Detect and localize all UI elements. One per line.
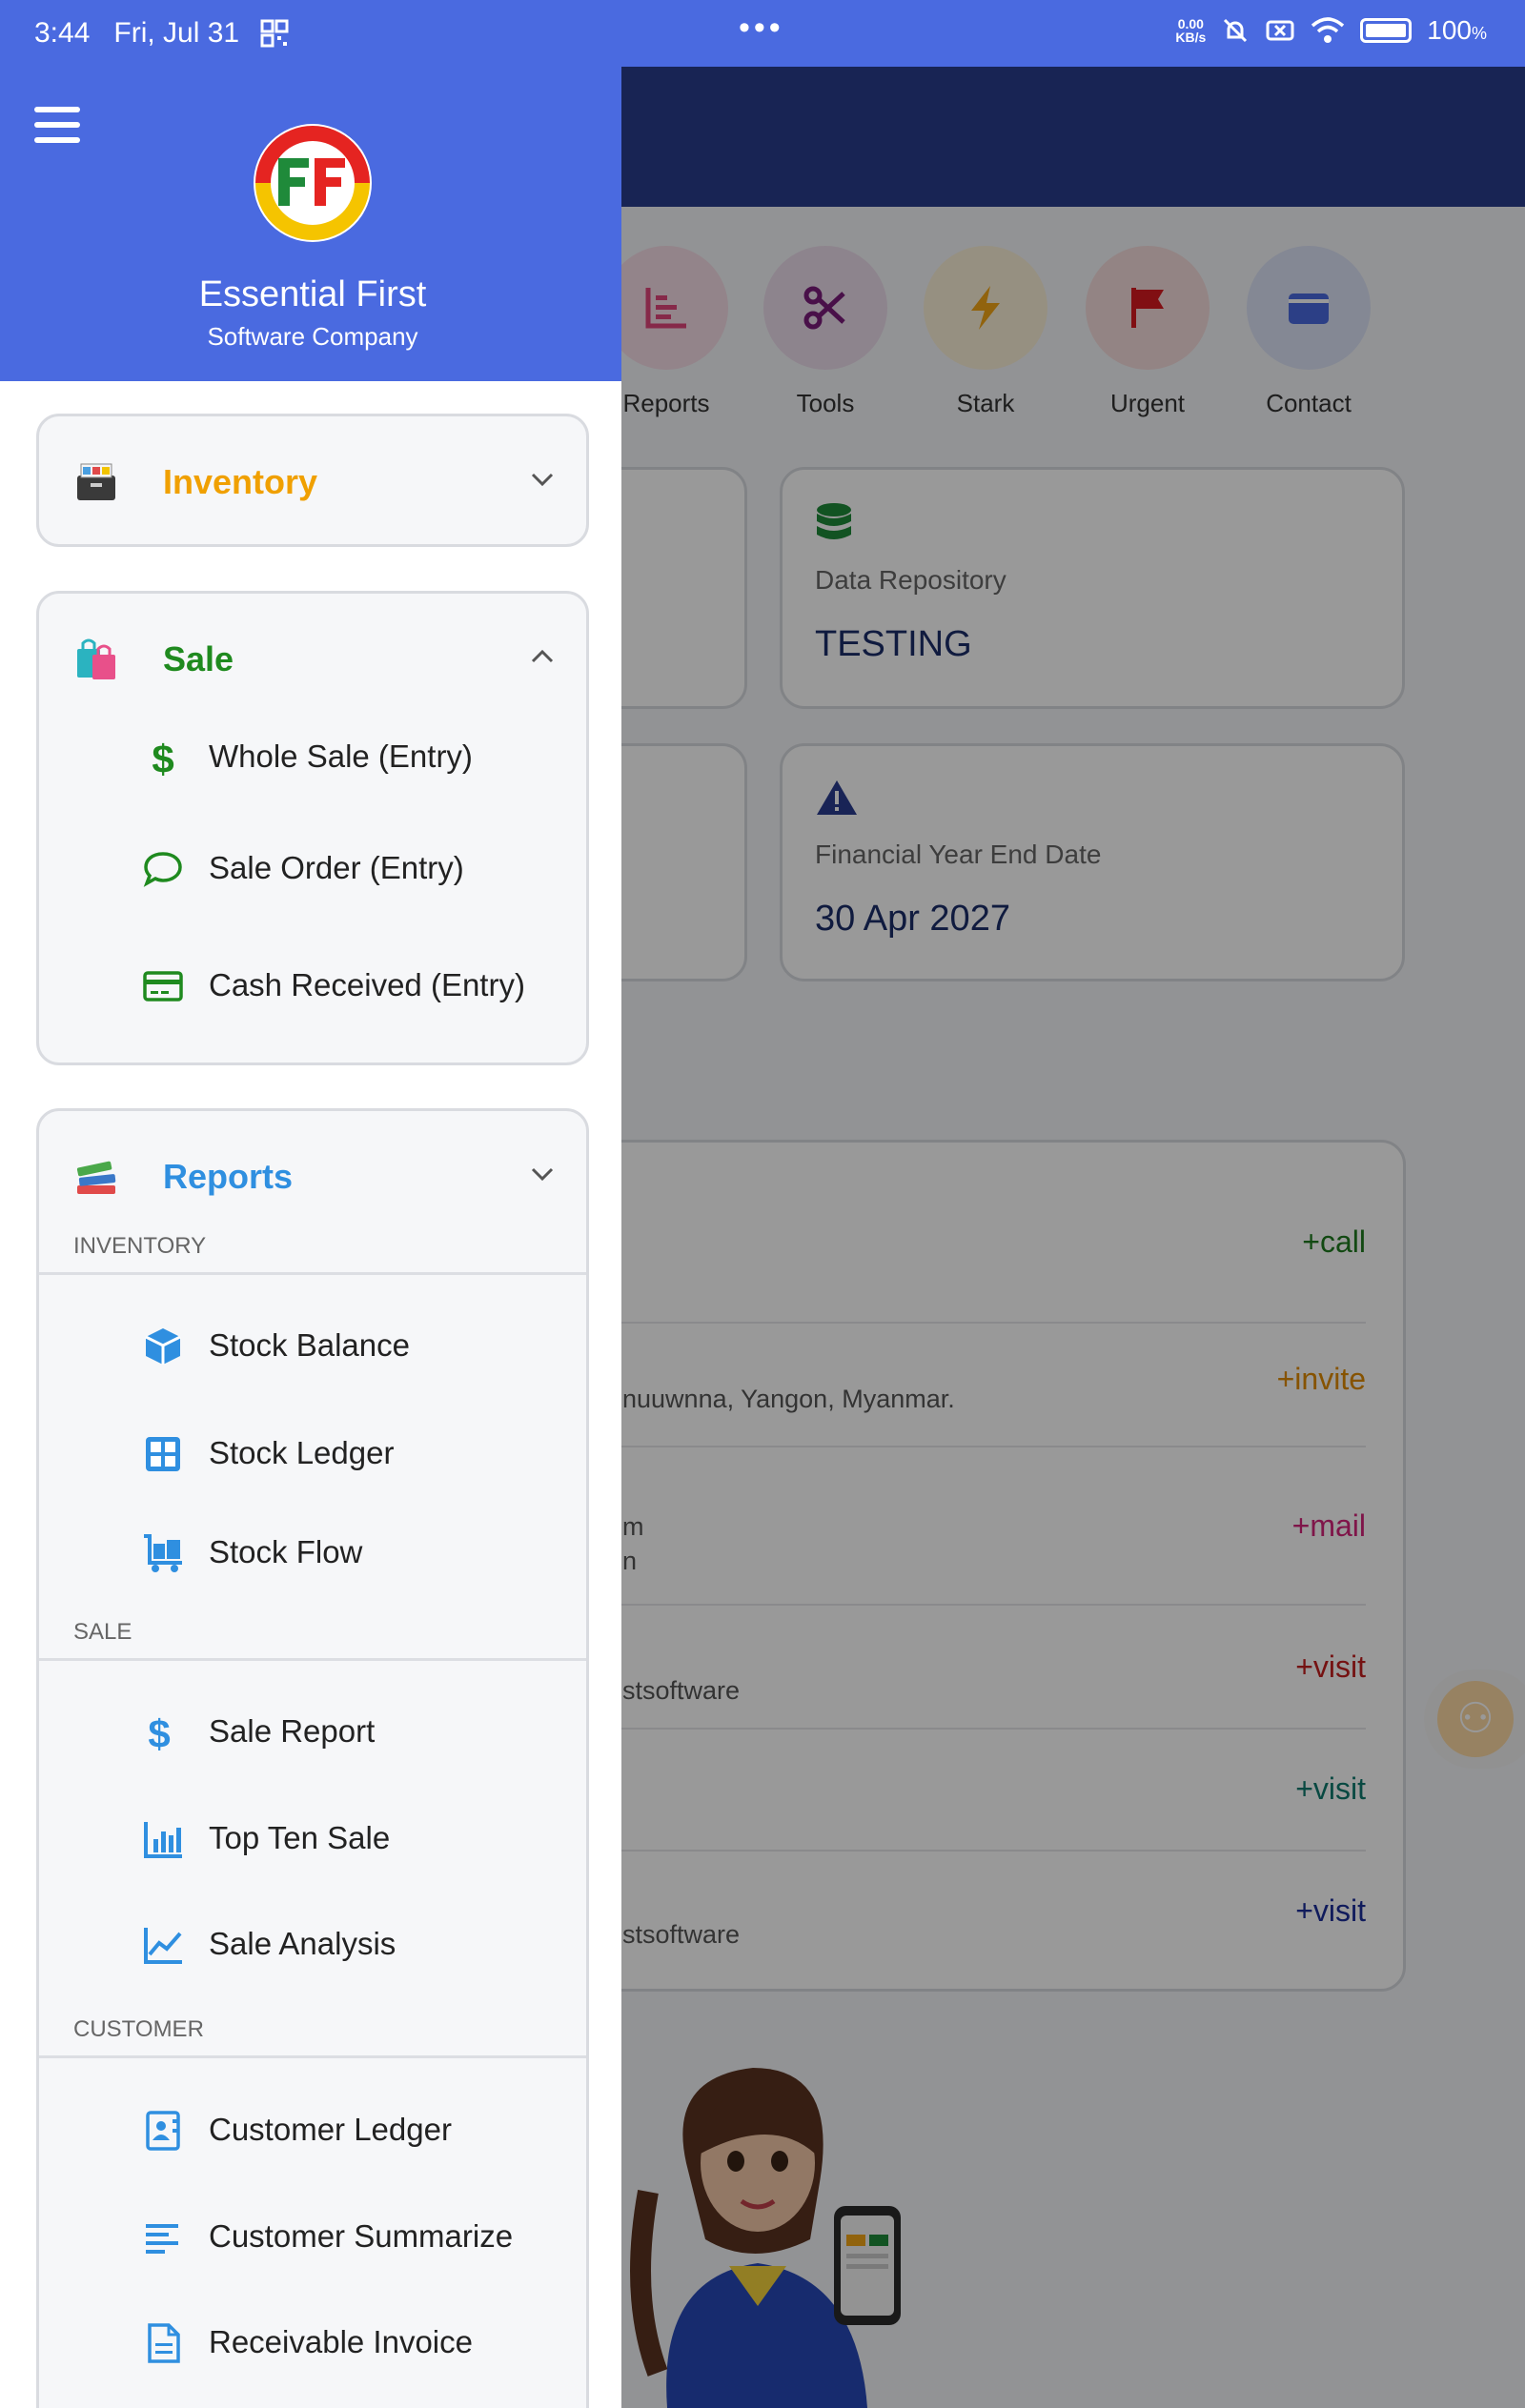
menu-item-stock-flow[interactable]: Stock Flow [39, 1504, 586, 1599]
drawer-header: Essential First Software Company [0, 67, 621, 381]
sale-section[interactable]: Sale $ Whole Sale (Entry) Sale Order (En… [36, 591, 589, 1065]
network-speed: 0.00 KB/s [1175, 16, 1207, 45]
menu-item-stock-balance[interactable]: Stock Balance [39, 1297, 586, 1392]
menu-item-sale-report[interactable]: $ Sale Report [39, 1683, 586, 1778]
menu-item-sale-analysis[interactable]: Sale Analysis [39, 1895, 586, 1991]
credit-card-icon [143, 971, 183, 1002]
chat-bubble-icon [143, 852, 182, 887]
dollar-icon: $ [152, 737, 173, 779]
brand-subtitle: Software Company [207, 322, 418, 351]
navigation-drawer: Essential First Software Company Invento… [0, 67, 621, 2408]
trolley-icon [144, 1534, 182, 1572]
svg-text:$: $ [148, 1711, 170, 1753]
menu-item-cash-received-entry[interactable]: Cash Received (Entry) [39, 937, 586, 1032]
menu-item-whole-sale-entry[interactable]: $ Whole Sale (Entry) [39, 708, 586, 803]
grid-icon [146, 1437, 180, 1471]
reports-header[interactable]: Reports [39, 1111, 586, 1239]
menu-item-customer-summarize[interactable]: Customer Summarize [39, 2188, 586, 2283]
menu-item-stock-ledger[interactable]: Stock Ledger [39, 1405, 586, 1500]
menu-item-receivable-invoice[interactable]: Receivable Invoice [39, 2294, 586, 2389]
list-lines-icon [146, 2224, 178, 2254]
drawer-body: Inventory Sale $ Whole Sale (Entry) Sale… [0, 381, 621, 2408]
books-icon [76, 1161, 116, 1194]
battery-icon [1360, 18, 1413, 43]
chevron-down-icon[interactable] [529, 466, 556, 493]
reports-section[interactable]: Reports INVENTORY Stock Balance Stock Le… [36, 1108, 589, 2408]
inventory-section[interactable]: Inventory [36, 414, 589, 547]
reports-group-customer: CUSTOMER [39, 2011, 586, 2058]
sim-off-icon [1266, 20, 1294, 41]
sale-header[interactable]: Sale [39, 594, 586, 721]
svg-text:$: $ [152, 737, 173, 779]
status-bar: 3:44 Fri, Jul 31 ••• 0.00 KB/s 100% [0, 0, 1525, 67]
bar-chart-icon [144, 1822, 182, 1858]
contact-card-icon [146, 2111, 180, 2151]
cube-icon [145, 1328, 181, 1365]
status-time: 3:44 Fri, Jul 31 [34, 17, 240, 49]
line-chart-icon [144, 1928, 182, 1964]
more-dots-icon[interactable]: ••• [739, 10, 784, 47]
menu-item-sale-order-entry[interactable]: Sale Order (Entry) [39, 820, 586, 915]
document-icon [148, 2323, 180, 2363]
reports-group-inventory: INVENTORY [39, 1227, 586, 1275]
bell-muted-icon [1224, 18, 1248, 43]
menu-icon[interactable] [34, 107, 80, 145]
dollar-icon: $ [148, 1711, 170, 1753]
menu-item-customer-ledger[interactable]: Customer Ledger [39, 2081, 586, 2176]
reports-group-sale: SALE [39, 1613, 586, 1661]
qr-scan-icon [260, 19, 289, 48]
essential-first-logo [254, 124, 372, 242]
battery-level: 100% [1427, 15, 1487, 45]
inventory-header[interactable]: Inventory [39, 416, 586, 544]
card-index-icon [77, 463, 115, 500]
brand-title: Essential First [198, 274, 427, 314]
menu-item-top-ten-sale[interactable]: Top Ten Sale [39, 1790, 586, 1885]
wifi-icon [1312, 17, 1345, 43]
shopping-bags-icon [77, 638, 115, 679]
chevron-down-icon[interactable] [529, 1161, 556, 1187]
chevron-up-icon[interactable] [529, 643, 556, 670]
